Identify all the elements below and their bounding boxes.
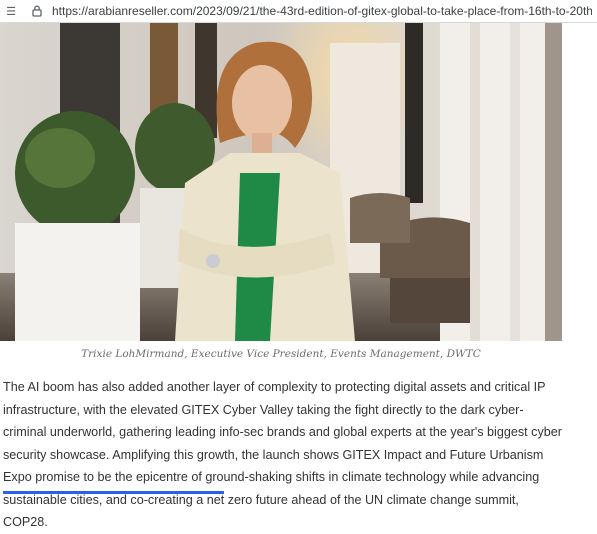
address-bar[interactable]: ☰ https://arabianreseller.com/2023/09/21… xyxy=(0,0,597,23)
photo-caption: Trixie LohMirmand, Executive Vice Presid… xyxy=(81,348,481,360)
url-text[interactable]: https://arabianreseller.com/2023/09/21/t… xyxy=(52,4,592,18)
article-photo xyxy=(0,23,562,341)
lock-icon[interactable] xyxy=(30,4,44,18)
page-gutter xyxy=(562,23,597,500)
article-paragraph: The AI boom has also added another layer… xyxy=(3,380,562,529)
text-highlight-underline xyxy=(3,491,224,494)
menu-icon[interactable]: ☰ xyxy=(4,4,18,18)
